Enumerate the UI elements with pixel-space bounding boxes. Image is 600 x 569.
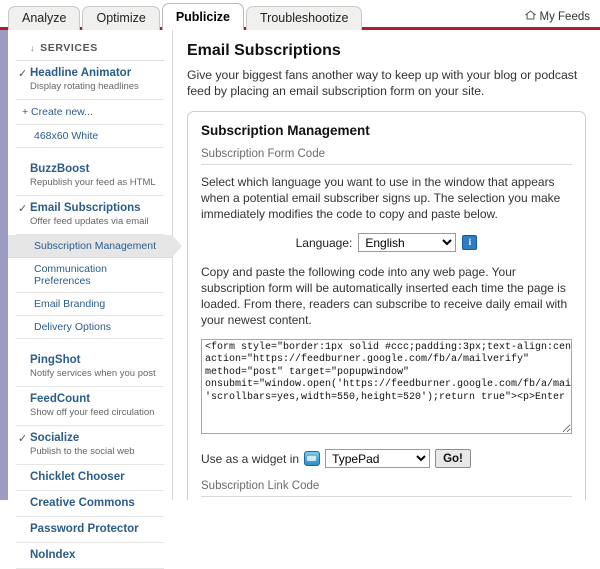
sidebar-item-feedcount[interactable]: FeedCount Show off your feed circulation — [16, 387, 164, 426]
sidebar-item-desc: Display rotating headlines — [30, 81, 139, 92]
copy-paste-description: Copy and paste the following code into a… — [201, 265, 568, 327]
sidebar: ↓ SERVICES ✓ Headline Animator Display r… — [8, 30, 182, 569]
tab-analyze[interactable]: Analyze — [8, 6, 81, 30]
page-lead-text: Give your biggest fans another way to ke… — [187, 68, 578, 98]
page-body: ↓ SERVICES ✓ Headline Animator Display r… — [0, 30, 600, 569]
tab-optimize[interactable]: Optimize — [82, 6, 160, 30]
tab-troubleshootize[interactable]: Troubleshootize — [246, 6, 363, 30]
sidebar-item-label: FeedCount — [30, 393, 91, 405]
page-title: Email Subscriptions — [187, 42, 341, 59]
home-icon — [524, 10, 536, 23]
go-button[interactable]: Go! — [435, 449, 471, 468]
tab-publicize[interactable]: Publicize — [161, 3, 244, 30]
main-content: Email Subscriptions Give your biggest fa… — [173, 30, 600, 500]
sidebar-item-desc: Show off your feed circulation — [30, 407, 155, 418]
sidebar-subitem-delivery-options[interactable]: Delivery Options — [16, 316, 164, 339]
sidebar-services-heading[interactable]: ↓ SERVICES — [16, 42, 164, 61]
left-gutter-strip — [0, 30, 8, 500]
sidebar-item-label: Creative Commons — [30, 497, 135, 509]
language-select[interactable]: English — [358, 233, 457, 252]
subscription-form-code-textarea[interactable]: <form style="border:1px solid #ccc;paddi… — [201, 339, 572, 434]
sidebar-item-label: Password Protector — [30, 523, 139, 535]
chevron-down-icon: ↓ — [30, 43, 36, 53]
panel-title: Subscription Management — [201, 123, 370, 138]
sidebar-item-creative-commons[interactable]: Creative Commons — [16, 491, 164, 517]
sidebar-item-label: Socialize — [30, 432, 80, 444]
sidebar-item-buzzboost[interactable]: BuzzBoost Republish your feed as HTML — [16, 157, 164, 196]
sidebar-subitem-email-branding[interactable]: Email Branding — [16, 293, 164, 316]
widget-icon — [304, 451, 321, 466]
sidebar-item-pingshot[interactable]: PingShot Notify services when you post — [16, 348, 164, 387]
check-icon: ✓ — [18, 68, 28, 80]
check-icon: ✓ — [18, 433, 28, 445]
sidebar-item-label: BuzzBoost — [30, 163, 90, 175]
widget-platform-select[interactable]: TypePad — [325, 449, 431, 468]
subscription-management-panel: Subscription Management Subscription For… — [187, 111, 586, 500]
check-icon: ✓ — [18, 203, 28, 215]
sidebar-item-label: Email Subscriptions — [30, 202, 141, 214]
sidebar-item-desc: Notify services when you post — [30, 368, 156, 379]
sidebar-item-noindex[interactable]: NoIndex — [16, 543, 164, 569]
sidebar-subitem-subscription-management[interactable]: Subscription Management — [8, 235, 182, 258]
sidebar-item-desc: Publish to the social web — [30, 446, 135, 457]
sidebar-item-headline-animator[interactable]: ✓ Headline Animator Display rotating hea… — [16, 61, 164, 100]
my-feeds-link[interactable]: My Feeds — [524, 10, 591, 23]
language-label: Language: — [295, 235, 353, 250]
sidebar-item-desc: Republish your feed as HTML — [30, 177, 156, 188]
sidebar-subitem-communication-preferences[interactable]: Communication Preferences — [16, 258, 164, 293]
sidebar-item-desc: Offer feed updates via email — [30, 216, 149, 227]
sidebar-item-socialize[interactable]: ✓ Socialize Publish to the social web — [16, 426, 164, 465]
section-heading-link-code: Subscription Link Code — [201, 480, 572, 497]
my-feeds-label: My Feeds — [539, 10, 591, 23]
sidebar-item-email-subscriptions[interactable]: ✓ Email Subscriptions Offer feed updates… — [16, 196, 164, 235]
language-row: Language: English i — [201, 233, 572, 252]
widget-row: Use as a widget in TypePad Go! — [201, 449, 572, 468]
info-icon[interactable]: i — [462, 235, 478, 250]
sidebar-item-label: NoIndex — [30, 549, 76, 561]
sidebar-item-label: PingShot — [30, 354, 81, 366]
sidebar-headline-size-link[interactable]: 468x60 White — [16, 125, 164, 148]
sidebar-item-label: Chicklet Chooser — [30, 471, 125, 483]
sidebar-item-label: Headline Animator — [30, 67, 132, 79]
sidebar-item-password-protector[interactable]: Password Protector — [16, 517, 164, 543]
tab-bar: Analyze Optimize Publicize Troubleshooti… — [0, 0, 600, 30]
sidebar-item-chicklet-chooser[interactable]: Chicklet Chooser — [16, 465, 164, 491]
section-heading-form-code: Subscription Form Code — [201, 148, 572, 165]
language-description: Select which language you want to use in… — [201, 175, 561, 221]
sidebar-create-new-link[interactable]: + Create new... — [16, 100, 164, 125]
services-heading-label: SERVICES — [40, 42, 98, 54]
widget-label: Use as a widget in — [201, 451, 300, 466]
